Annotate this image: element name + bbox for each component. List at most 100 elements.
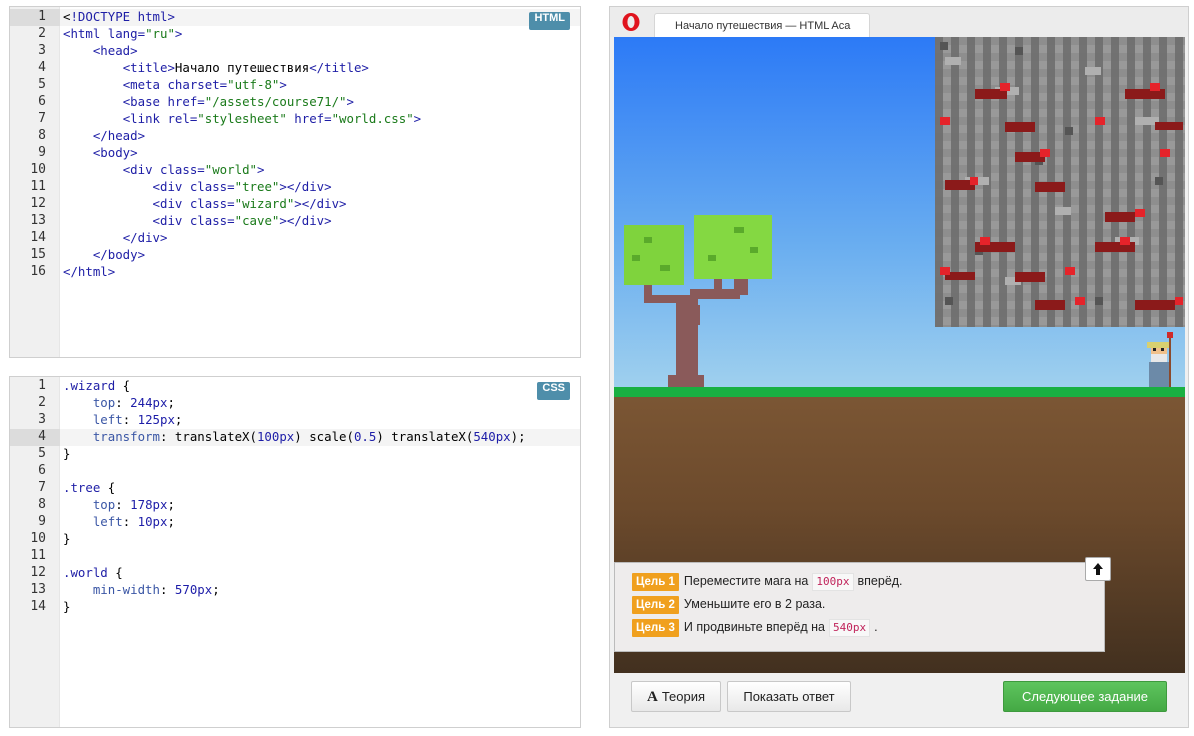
code-token: ;	[167, 514, 175, 529]
code-token: href=	[167, 94, 205, 109]
line-number: 7	[38, 480, 46, 495]
preview-browser: Начало путешествия — HTML Aca Цель 1 Пер…	[609, 6, 1189, 728]
line-number: 6	[38, 94, 46, 109]
code-line[interactable]: <head>	[63, 43, 138, 60]
code-token: >	[174, 26, 183, 41]
line-number: 11	[30, 548, 46, 563]
code-line[interactable]: .wizard {	[63, 378, 130, 395]
line-number: 12	[30, 565, 46, 580]
line-number: 3	[38, 412, 46, 427]
code-token: class=	[189, 179, 235, 194]
css-editor[interactable]: CSS .wizard { top: 244px; left: 125px; t…	[9, 376, 581, 728]
theory-button[interactable]: А Теория	[631, 681, 721, 712]
goal-badge: Цель 1	[632, 573, 679, 591]
code-line[interactable]: <div class="cave"></div>	[63, 213, 332, 230]
code-line[interactable]: transform: translateX(100px) scale(0.5) …	[63, 429, 526, 446]
code-token: left	[92, 412, 123, 427]
code-token: :	[159, 582, 175, 597]
line-number: 7	[38, 111, 46, 126]
next-task-button[interactable]: Следующее задание	[1003, 681, 1167, 712]
line-number: 10	[30, 531, 46, 546]
code-line[interactable]: </body>	[63, 247, 145, 264]
code-line[interactable]: <title>Начало путешествия</title>	[63, 60, 369, 77]
code-line[interactable]: .tree {	[63, 480, 115, 497]
collapse-goals-button[interactable]	[1085, 557, 1111, 581]
goal-badge: Цель 2	[632, 596, 679, 614]
code-line[interactable]: top: 244px;	[63, 395, 175, 412]
code-token: <link	[122, 111, 168, 126]
code-line[interactable]: }	[63, 599, 70, 616]
code-line[interactable]: <meta charset="utf-8">	[63, 77, 287, 94]
line-number: 3	[38, 43, 46, 58]
code-token: 540px	[473, 429, 511, 444]
code-line[interactable]: <html lang="ru">	[63, 26, 182, 43]
code-line[interactable]: <!DOCTYPE html>	[63, 9, 175, 26]
line-number: 4	[10, 429, 60, 446]
code-line[interactable]: </html>	[63, 264, 115, 281]
code-token: 0.5	[353, 429, 377, 444]
line-number: 1	[10, 9, 60, 26]
code-line[interactable]: <link rel="stylesheet" href="world.css">	[63, 111, 421, 128]
code-line[interactable]: left: 125px;	[63, 412, 183, 429]
code-token: min-width	[92, 582, 160, 597]
goal-text-end: вперёд.	[857, 574, 903, 588]
code-line[interactable]: <base href="/assets/course71/">	[63, 94, 354, 111]
code-token: <div	[122, 162, 160, 177]
code-token: >	[256, 162, 265, 177]
code-token: <div	[152, 179, 190, 194]
theory-icon: А	[646, 689, 658, 705]
code-line[interactable]: left: 10px;	[63, 514, 175, 531]
code-line[interactable]: <div class="wizard"></div>	[63, 196, 347, 213]
code-token: ) scale(	[294, 429, 354, 444]
code-token: }	[63, 599, 71, 614]
goals-panel: Цель 1 Переместите мага на 100px вперёд. Цел…	[614, 562, 1105, 652]
code-line[interactable]: .world {	[63, 565, 123, 582]
code-line[interactable]: }	[63, 531, 70, 548]
code-token: ;	[167, 395, 175, 410]
code-line[interactable]: top: 178px;	[63, 497, 175, 514]
code-line[interactable]: <div class="world">	[63, 162, 265, 179]
code-line[interactable]: </div>	[63, 230, 168, 247]
line-number: 2	[38, 395, 46, 410]
code-token: >	[346, 94, 354, 109]
code-line[interactable]: min-width: 570px;	[63, 582, 220, 599]
code-token: 244px	[130, 395, 168, 410]
line-number: 15	[30, 247, 46, 262]
line-number: 14	[30, 599, 46, 614]
line-number: 9	[38, 145, 46, 160]
code-token: 100px	[256, 429, 295, 444]
code-line[interactable]: }	[63, 446, 70, 463]
code-line[interactable]: <body>	[63, 145, 138, 162]
code-token: </body>	[92, 247, 146, 262]
show-answer-button[interactable]: Показать ответ	[727, 681, 851, 712]
line-number: 5	[38, 77, 46, 92]
line-number: 8	[38, 497, 46, 512]
browser-tab[interactable]: Начало путешествия — HTML Aca	[654, 13, 870, 37]
goal-text-end: .	[874, 620, 878, 634]
code-token: ></div>	[279, 179, 332, 194]
code-line[interactable]: </head>	[63, 128, 145, 145]
code-token: "cave"	[234, 213, 280, 228]
grass	[614, 387, 1185, 397]
code-token: class=	[160, 162, 205, 177]
code-token: </div>	[122, 230, 168, 245]
code-token: ;	[212, 582, 220, 597]
code-token: left	[92, 514, 123, 529]
code-token: :	[122, 514, 138, 529]
html-editor[interactable]: HTML <!DOCTYPE html> <html lang="ru"> <he…	[9, 6, 581, 358]
goal-item: Цель 3 И продвиньте вперёд на 540px.	[632, 618, 878, 637]
code-token: "ru"	[145, 26, 175, 41]
code-token: : translateX(	[159, 429, 257, 444]
code-line[interactable]: <div class="tree"></div>	[63, 179, 332, 196]
code-token: .tree	[63, 480, 101, 495]
